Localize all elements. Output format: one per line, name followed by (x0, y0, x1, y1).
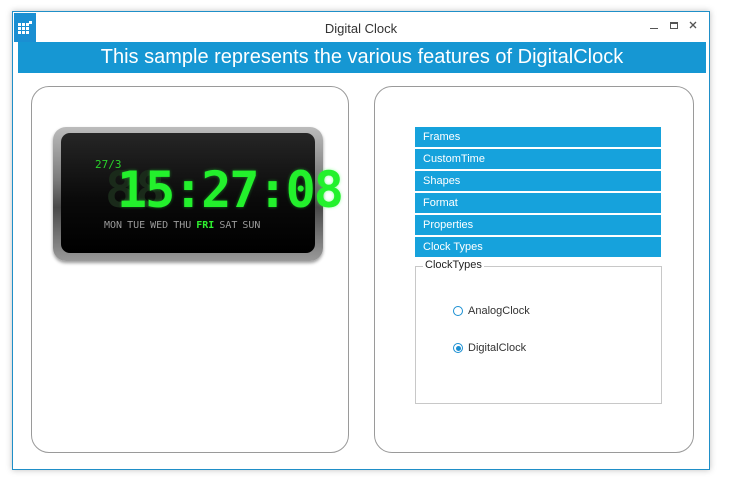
window-title: Digital Clock (324, 21, 398, 36)
digital-clock-radio[interactable] (453, 343, 463, 353)
options-panel: Frames CustomTime Shapes Format Properti… (374, 86, 694, 453)
weekday-label: WED (150, 220, 169, 231)
digital-clock: 88 27/3 15:27:08 MON TUE WED THU FRI SAT… (53, 127, 344, 261)
accordion-custom-time[interactable]: CustomTime (415, 149, 661, 169)
digital-clock-option[interactable]: DigitalClock (453, 342, 526, 354)
clock-time: 15:27:08 (117, 161, 344, 219)
clock-types-group: ClockTypes AnalogClock DigitalClock (415, 259, 662, 404)
weekday-label: MON (104, 220, 123, 231)
clock-panel: 88 27/3 15:27:08 MON TUE WED THU FRI SAT… (31, 86, 349, 453)
accordion-properties[interactable]: Properties (415, 215, 661, 235)
accordion-clock-types[interactable]: Clock Types (415, 237, 661, 257)
group-label: ClockTypes (423, 259, 484, 271)
clock-face: 88 27/3 15:27:08 MON TUE WED THU FRI SAT… (61, 133, 344, 253)
weekday-label: SAT (219, 220, 238, 231)
accordion-shapes[interactable]: Shapes (415, 171, 661, 191)
weekday-row: MON TUE WED THU FRI SAT SUN (104, 220, 260, 231)
minimize-icon[interactable] (647, 20, 661, 34)
weekday-label: SUN (242, 220, 261, 231)
header-banner: This sample represents the various featu… (18, 42, 706, 73)
accordion-frames[interactable]: Frames (415, 127, 661, 147)
maximize-icon[interactable] (667, 20, 681, 34)
title-bar: Digital Clock (13, 12, 709, 43)
analog-clock-label: AnalogClock (468, 305, 530, 317)
close-icon[interactable] (686, 20, 700, 34)
analog-clock-option[interactable]: AnalogClock (453, 305, 530, 317)
accordion-format[interactable]: Format (415, 193, 661, 213)
app-window: Digital Clock This sample represents the… (12, 11, 710, 470)
weekday-label: TUE (127, 220, 146, 231)
weekday-label: THU (173, 220, 192, 231)
analog-clock-radio[interactable] (453, 306, 463, 316)
options-accordion: Frames CustomTime Shapes Format Properti… (415, 127, 661, 259)
digital-clock-label: DigitalClock (468, 342, 527, 354)
weekday-label-active: FRI (196, 220, 215, 231)
